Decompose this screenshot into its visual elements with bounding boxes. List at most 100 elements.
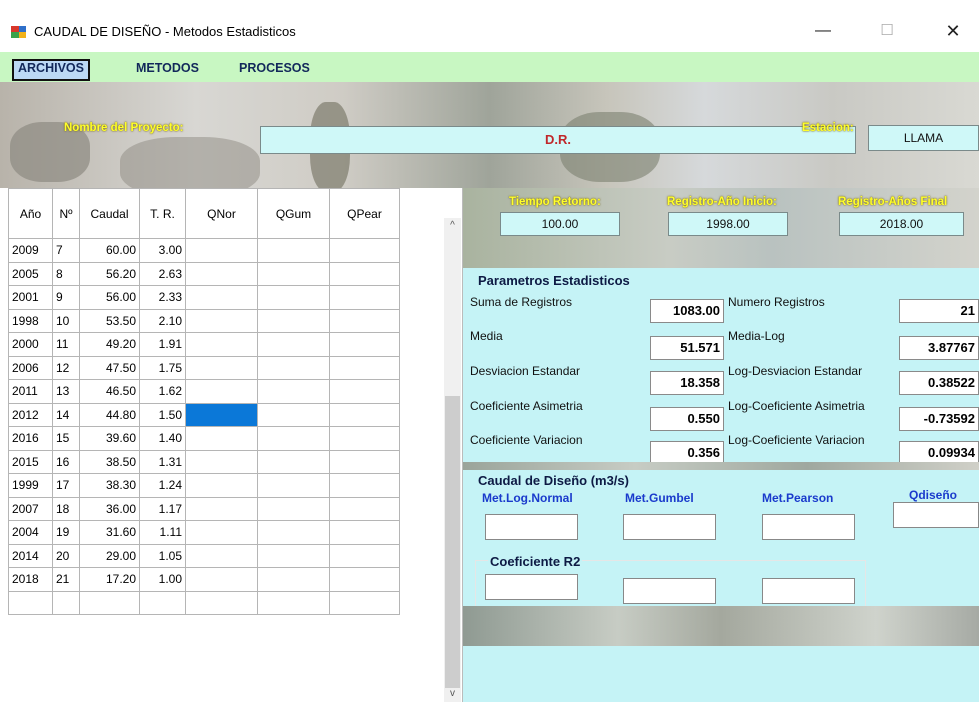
- cell-empty[interactable]: [8, 590, 53, 615]
- cell-caudal[interactable]: 56.00: [79, 285, 140, 310]
- cell-num[interactable]: 7: [52, 238, 80, 263]
- cell-caudal[interactable]: 49.20: [79, 332, 140, 357]
- cell-qgum[interactable]: [257, 449, 330, 474]
- cell-caudal[interactable]: 44.80: [79, 402, 140, 427]
- table-row[interactable]: 2015 16 38.50 1.31: [8, 449, 400, 474]
- cell-caudal[interactable]: 47.50: [79, 355, 140, 380]
- cell-qpear[interactable]: [329, 238, 400, 263]
- project-name-field[interactable]: D.R.: [260, 126, 856, 154]
- cell-ano[interactable]: 2000: [8, 332, 53, 357]
- lognormal-field[interactable]: [485, 514, 578, 540]
- scroll-down-icon[interactable]: v: [444, 686, 461, 702]
- r2-pearson-field[interactable]: [762, 578, 855, 604]
- cell-qpear[interactable]: [329, 567, 400, 592]
- cell-num[interactable]: 8: [52, 261, 80, 286]
- cell-ano[interactable]: 2012: [8, 402, 53, 427]
- r2-gumbel-field[interactable]: [623, 578, 716, 604]
- cell-ano[interactable]: 2016: [8, 426, 53, 451]
- cell-num[interactable]: 16: [52, 449, 80, 474]
- table-row[interactable]: 2000 11 49.20 1.91: [8, 332, 400, 357]
- cell-qnor[interactable]: [185, 261, 258, 286]
- menu-archivos[interactable]: ARCHIVOS: [12, 59, 90, 81]
- table-row[interactable]: 2014 20 29.00 1.05: [8, 543, 400, 568]
- cell-caudal[interactable]: 56.20: [79, 261, 140, 286]
- cell-qnor[interactable]: [185, 402, 258, 427]
- cell-ano[interactable]: 2007: [8, 496, 53, 521]
- cell-num[interactable]: 9: [52, 285, 80, 310]
- col-header-ano[interactable]: Año: [8, 188, 53, 239]
- menu-procesos[interactable]: PROCESOS: [235, 59, 314, 81]
- cell-caudal[interactable]: 53.50: [79, 308, 140, 333]
- cell-qgum[interactable]: [257, 543, 330, 568]
- cell-tr[interactable]: 1.05: [139, 543, 186, 568]
- scroll-thumb[interactable]: [445, 396, 460, 688]
- table-row[interactable]: 2006 12 47.50 1.75: [8, 355, 400, 380]
- cell-qnor[interactable]: [185, 332, 258, 357]
- cell-caudal[interactable]: 39.60: [79, 426, 140, 451]
- r2-lognormal-field[interactable]: [485, 574, 578, 600]
- cell-ano[interactable]: 2011: [8, 379, 53, 404]
- cell-qpear[interactable]: [329, 261, 400, 286]
- cell-ano[interactable]: 1998: [8, 308, 53, 333]
- cell-num[interactable]: 15: [52, 426, 80, 451]
- cell-qnor[interactable]: [185, 520, 258, 545]
- table-row[interactable]: 2001 9 56.00 2.33: [8, 285, 400, 310]
- cell-qpear[interactable]: [329, 332, 400, 357]
- cell-tr[interactable]: 1.40: [139, 426, 186, 451]
- cell-num[interactable]: 21: [52, 567, 80, 592]
- menu-metodos[interactable]: METODOS: [132, 59, 203, 81]
- cell-qnor[interactable]: [185, 473, 258, 498]
- col-header-caudal[interactable]: Caudal: [79, 188, 140, 239]
- close-button[interactable]: ✕: [930, 16, 976, 46]
- cell-caudal[interactable]: 36.00: [79, 496, 140, 521]
- cell-qpear[interactable]: [329, 473, 400, 498]
- col-header-tr[interactable]: T. R.: [139, 188, 186, 239]
- cell-qgum[interactable]: [257, 402, 330, 427]
- cell-num[interactable]: 12: [52, 355, 80, 380]
- cell-num[interactable]: 11: [52, 332, 80, 357]
- final-year-field[interactable]: 2018.00: [839, 212, 964, 236]
- cell-qgum[interactable]: [257, 332, 330, 357]
- gumbel-field[interactable]: [623, 514, 716, 540]
- cell-qpear[interactable]: [329, 520, 400, 545]
- cell-qpear[interactable]: [329, 543, 400, 568]
- cell-tr[interactable]: 1.50: [139, 402, 186, 427]
- table-row[interactable]: 2012 14 44.80 1.50: [8, 402, 400, 427]
- cell-qgum[interactable]: [257, 473, 330, 498]
- table-row[interactable]: [8, 590, 400, 615]
- cell-qnor[interactable]: [185, 379, 258, 404]
- cell-caudal[interactable]: 31.60: [79, 520, 140, 545]
- table-row[interactable]: 1999 17 38.30 1.24: [8, 473, 400, 498]
- table-row[interactable]: 2011 13 46.50 1.62: [8, 379, 400, 404]
- cell-qgum[interactable]: [257, 285, 330, 310]
- cell-qpear[interactable]: [329, 449, 400, 474]
- cell-ano[interactable]: 1999: [8, 473, 53, 498]
- col-header-qgum[interactable]: QGum: [257, 188, 330, 239]
- cell-num[interactable]: 20: [52, 543, 80, 568]
- table-row[interactable]: 2007 18 36.00 1.17: [8, 496, 400, 521]
- cell-ano[interactable]: 2001: [8, 285, 53, 310]
- cell-empty[interactable]: [185, 590, 258, 615]
- cell-empty[interactable]: [139, 590, 186, 615]
- minimize-button[interactable]: —: [800, 16, 846, 46]
- pearson-field[interactable]: [762, 514, 855, 540]
- cell-tr[interactable]: 1.11: [139, 520, 186, 545]
- cell-qnor[interactable]: [185, 308, 258, 333]
- cell-caudal[interactable]: 38.50: [79, 449, 140, 474]
- cell-num[interactable]: 13: [52, 379, 80, 404]
- cell-ano[interactable]: 2009: [8, 238, 53, 263]
- cell-ano[interactable]: 2015: [8, 449, 53, 474]
- col-header-num[interactable]: Nº: [52, 188, 80, 239]
- col-header-qpear[interactable]: QPear: [329, 188, 400, 239]
- start-year-field[interactable]: 1998.00: [668, 212, 788, 236]
- return-field[interactable]: 100.00: [500, 212, 620, 236]
- cell-empty[interactable]: [329, 590, 400, 615]
- cell-qpear[interactable]: [329, 379, 400, 404]
- cell-qnor[interactable]: [185, 567, 258, 592]
- cell-qgum[interactable]: [257, 261, 330, 286]
- table-row[interactable]: 2004 19 31.60 1.11: [8, 520, 400, 545]
- cell-ano[interactable]: 2005: [8, 261, 53, 286]
- cell-qpear[interactable]: [329, 355, 400, 380]
- table-row[interactable]: 2005 8 56.20 2.63: [8, 261, 400, 286]
- table-row[interactable]: 2018 21 17.20 1.00: [8, 567, 400, 592]
